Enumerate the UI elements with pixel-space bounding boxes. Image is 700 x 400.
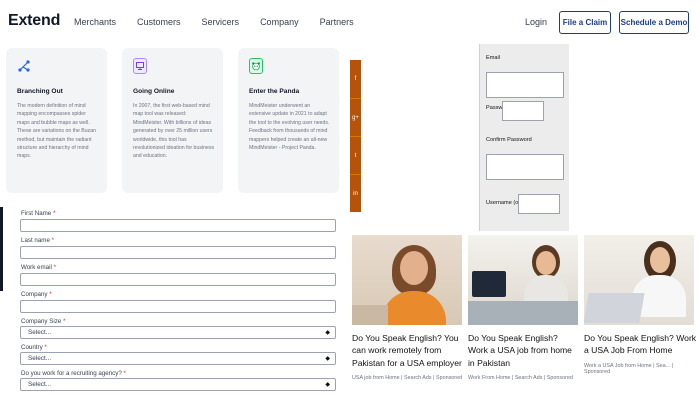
country-select[interactable]: Select... ◆ <box>20 352 336 365</box>
nav-link-partners[interactable]: Partners <box>320 17 354 27</box>
ad-photo <box>468 235 578 325</box>
page: { "brand": { "logo_text": "Extend" }, "n… <box>0 0 700 400</box>
linkedin-icon[interactable]: in <box>350 174 361 212</box>
feature-card-panda: Enter the Panda MindMeister underwent an… <box>238 48 339 193</box>
sponsored-ad[interactable]: Do You Speak English? Work a USA job fro… <box>468 235 580 381</box>
card-body: The modern definition of mind mapping en… <box>17 103 97 160</box>
monitor-icon <box>133 58 147 74</box>
confirm-password-field[interactable] <box>486 154 564 180</box>
feature-card-online: Going Online In 2007, the first web-base… <box>122 48 223 193</box>
ad-source: USA job from Home | Search Ads | Sponsor… <box>352 375 463 382</box>
login-link[interactable]: Login <box>525 17 547 27</box>
form-edge-bar <box>0 207 3 291</box>
company-size-label: Company Size * <box>21 318 66 325</box>
company-size-select[interactable]: Select... ◆ <box>20 326 336 339</box>
nav-link-customers[interactable]: Customers <box>137 17 181 27</box>
panda-icon <box>249 58 263 74</box>
ad-source: Work a USA Job from Home | Sea... | Spon… <box>584 362 673 375</box>
sponsored-ad[interactable]: Do You Speak English? Work a USA Job Fro… <box>584 235 698 375</box>
ad-title: Do You Speak English? You can work remot… <box>352 333 462 368</box>
twitter-icon[interactable]: t <box>350 136 361 174</box>
sponsored-ad[interactable]: Do You Speak English? You can work remot… <box>352 235 464 381</box>
company-label: Company * <box>21 291 52 298</box>
share-nodes-icon <box>17 58 31 74</box>
ad-photo <box>584 235 694 325</box>
chevron-down-icon: ◆ <box>325 330 330 336</box>
work-email-input[interactable] <box>20 273 336 286</box>
ad-title: Do You Speak English? Work a USA job fro… <box>468 333 572 368</box>
card-title: Branching Out <box>17 88 63 95</box>
social-share-bar: f g+ t in <box>350 60 361 212</box>
schedule-demo-button[interactable]: Schedule a Demo <box>619 11 689 34</box>
brand-logo[interactable]: Extend <box>8 12 60 30</box>
email-field[interactable] <box>486 72 564 98</box>
file-claim-button[interactable]: File a Claim <box>559 11 611 34</box>
google-plus-icon[interactable]: g+ <box>350 98 361 136</box>
top-nav: Extend Merchants Customers Servicers Com… <box>0 0 700 44</box>
ad-photo <box>352 235 462 325</box>
password-field[interactable] <box>502 101 544 121</box>
nav-link-servicers[interactable]: Servicers <box>202 17 240 27</box>
nav-link-merchants[interactable]: Merchants <box>74 17 116 27</box>
first-name-input[interactable] <box>20 219 336 232</box>
first-name-label: First Name * <box>21 210 56 217</box>
nav-link-company[interactable]: Company <box>260 17 299 27</box>
last-name-input[interactable] <box>20 246 336 259</box>
feature-card-branching: Branching Out The modern definition of m… <box>6 48 107 193</box>
chevron-down-icon: ◆ <box>325 356 330 362</box>
email-label: Email <box>486 55 500 61</box>
card-title: Going Online <box>133 88 175 95</box>
username-field[interactable] <box>518 194 560 214</box>
country-label: Country * <box>21 344 47 351</box>
agency-select[interactable]: Select... ◆ <box>20 378 336 391</box>
work-email-label: Work email * <box>21 264 56 271</box>
card-body: MindMeister underwent an extensive updat… <box>249 103 330 152</box>
chevron-down-icon: ◆ <box>325 382 330 388</box>
card-body: In 2007, the first web-based mind map to… <box>133 103 215 160</box>
card-title: Enter the Panda <box>249 88 300 95</box>
confirm-password-label: Confirm Password <box>486 137 532 143</box>
last-name-label: Last name * <box>21 237 55 244</box>
register-box: Email Password Confirm Password Username… <box>479 44 569 231</box>
company-input[interactable] <box>20 300 336 313</box>
nav-links: Merchants Customers Servicers Company Pa… <box>74 17 354 27</box>
agency-label: Do you work for a recruiting agency? * <box>21 370 126 377</box>
ad-title: Do You Speak English? Work a USA Job Fro… <box>584 333 697 356</box>
ad-source: Work From Home | Search Ads | Sponsored <box>468 375 573 382</box>
facebook-icon[interactable]: f <box>350 60 361 98</box>
